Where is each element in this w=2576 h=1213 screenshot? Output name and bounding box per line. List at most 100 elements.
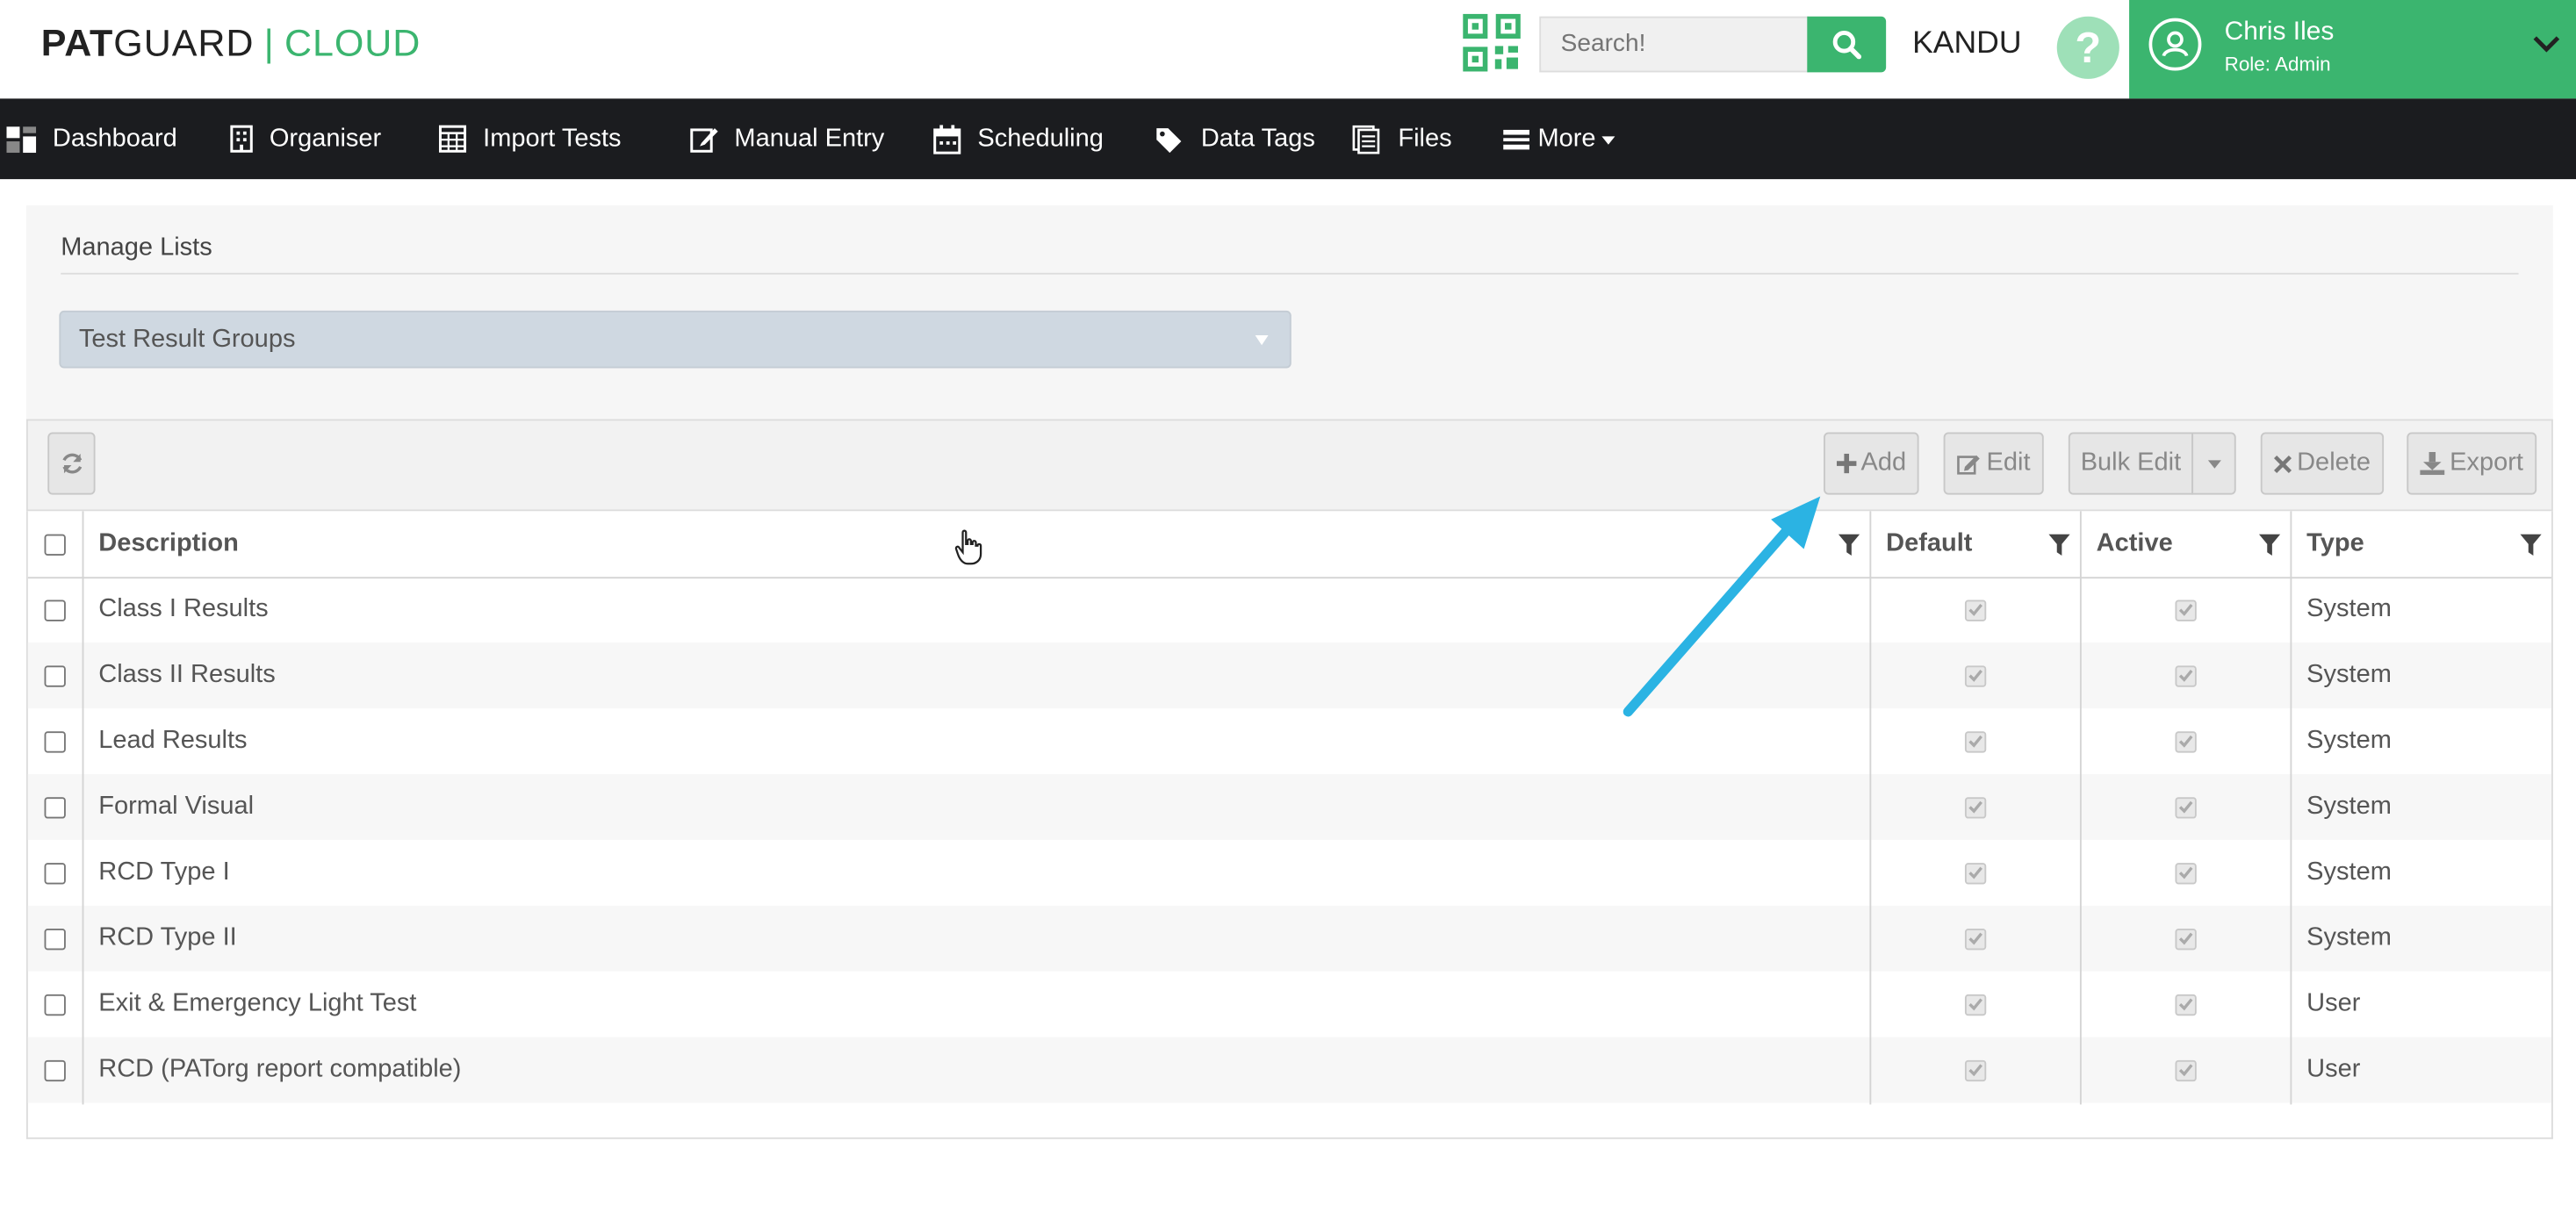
active-cell: [2080, 972, 2291, 1037]
nav-files[interactable]: Files: [1352, 98, 1452, 179]
active-cell: [2080, 708, 2291, 774]
user-menu[interactable]: Chris Iles Role: Admin: [2129, 0, 2576, 99]
default-checkbox: [1964, 730, 1986, 752]
grid-header: Description Default Active Type: [27, 511, 2551, 579]
manage-lists-panel: Manage Lists Test Result Groups: [25, 205, 2553, 420]
active-checkbox: [2174, 730, 2196, 752]
table-row[interactable]: RCD Type II System: [27, 905, 2551, 972]
check-icon: [2177, 604, 2192, 616]
column-header-default[interactable]: Default: [1869, 511, 2080, 577]
nav-dashboard[interactable]: Dashboard: [6, 98, 177, 179]
check-icon: [1968, 1064, 1982, 1077]
column-divider: [82, 511, 84, 1105]
default-checkbox: [1964, 993, 1986, 1016]
type-cell: System: [2306, 726, 2392, 755]
company-name: KANDU: [1912, 25, 2022, 61]
nav-data-tags[interactable]: Data Tags: [1155, 98, 1315, 179]
search-button[interactable]: [1807, 16, 1887, 73]
table-row[interactable]: Exit & Emergency Light Test User: [28, 972, 2551, 1037]
delete-button[interactable]: Delete: [2260, 432, 2385, 495]
default-cell: [1869, 642, 2080, 708]
export-button[interactable]: Export: [2407, 432, 2537, 495]
plus-icon: [1836, 453, 1856, 474]
table-row[interactable]: Lead Results System: [28, 708, 2551, 774]
active-checkbox: [2174, 599, 2196, 621]
active-cell: [2080, 906, 2291, 972]
filter-icon[interactable]: [1838, 534, 1860, 556]
active-cell: [2080, 774, 2291, 840]
table-row[interactable]: RCD (PATorg report compatible) User: [27, 1037, 2551, 1103]
table-row[interactable]: Class I Results System: [28, 577, 2551, 642]
description-cell: Exit & Emergency Light Test: [98, 989, 417, 1018]
check-icon: [2177, 866, 2192, 879]
active-cell: [2080, 642, 2291, 708]
bulk-edit-dropdown-button[interactable]: [2191, 432, 2236, 495]
times-icon: [2274, 455, 2292, 473]
select-all-cell: [44, 511, 66, 577]
check-icon: [1968, 669, 1982, 682]
bulk-edit-button[interactable]: Bulk Edit: [2068, 432, 2194, 495]
description-cell: Formal Visual: [98, 792, 255, 821]
filter-icon[interactable]: [2048, 534, 2070, 556]
type-cell: System: [2306, 858, 2392, 886]
lists-grid: Description Default Active Type Class I …: [25, 511, 2553, 1139]
row-select-cell: [44, 906, 66, 972]
calendar-icon: [933, 124, 961, 154]
row-select-cell: [44, 840, 66, 906]
column-divider: [1869, 511, 1872, 1105]
panel-title: Manage Lists: [61, 233, 212, 262]
filter-icon[interactable]: [2520, 534, 2542, 556]
refresh-icon: [61, 453, 82, 474]
nav-manual-entry[interactable]: Manual Entry: [690, 98, 884, 179]
qr-code-icon[interactable]: [1462, 13, 1521, 72]
nav-more[interactable]: More: [1503, 98, 1616, 179]
edit-icon: [1957, 455, 1981, 475]
row-checkbox[interactable]: [44, 1059, 66, 1081]
nav-organiser[interactable]: Organiser: [230, 98, 381, 179]
row-checkbox[interactable]: [44, 796, 66, 818]
active-checkbox: [2174, 993, 2196, 1016]
check-icon: [2177, 998, 2192, 1011]
row-checkbox[interactable]: [44, 928, 66, 950]
column-header-active[interactable]: Active: [2080, 511, 2291, 577]
building-icon: [230, 125, 253, 153]
search-box: [1539, 16, 1810, 73]
type-cell: System: [2306, 660, 2392, 689]
default-cell: [1869, 972, 2080, 1037]
row-checkbox[interactable]: [44, 993, 66, 1016]
filter-icon[interactable]: [2258, 534, 2281, 556]
user-name: Chris Iles: [2224, 18, 2335, 47]
default-checkbox: [1964, 1059, 1986, 1081]
table-row[interactable]: Class II Results System: [27, 642, 2551, 709]
type-cell: System: [2306, 923, 2392, 952]
row-checkbox[interactable]: [44, 599, 66, 621]
add-button[interactable]: Add: [1824, 432, 1919, 495]
row-checkbox[interactable]: [44, 862, 66, 884]
row-checkbox[interactable]: [44, 730, 66, 752]
check-icon: [2177, 1064, 2192, 1077]
column-header-type[interactable]: Type: [2290, 511, 2551, 577]
default-cell: [1869, 577, 2080, 642]
caret-down-icon: [1602, 136, 1616, 145]
avatar: [2148, 18, 2202, 71]
refresh-button[interactable]: [47, 432, 96, 495]
description-cell: RCD (PATorg report compatible): [98, 1055, 462, 1084]
table-row[interactable]: RCD Type I System: [28, 840, 2551, 906]
divider: [61, 272, 2519, 275]
search-input[interactable]: [1541, 18, 1808, 68]
default-cell: [1869, 708, 2080, 774]
user-role: Role: Admin: [2224, 52, 2331, 76]
help-button[interactable]: ?: [2056, 16, 2119, 79]
app-logo[interactable]: PATGUARD | CLOUD: [41, 21, 421, 66]
list-type-select[interactable]: Test Result Groups: [59, 310, 1292, 369]
row-checkbox[interactable]: [44, 664, 66, 686]
files-icon: [1352, 124, 1380, 154]
active-cell: [2080, 1037, 2291, 1103]
table-row[interactable]: Formal Visual System: [27, 773, 2551, 840]
default-cell: [1869, 1037, 2080, 1103]
nav-scheduling[interactable]: Scheduling: [933, 98, 1104, 179]
nav-import-tests[interactable]: Import Tests: [438, 98, 622, 179]
select-all-checkbox[interactable]: [44, 533, 66, 556]
check-icon: [1968, 932, 1982, 945]
edit-button[interactable]: Edit: [1943, 432, 2044, 495]
